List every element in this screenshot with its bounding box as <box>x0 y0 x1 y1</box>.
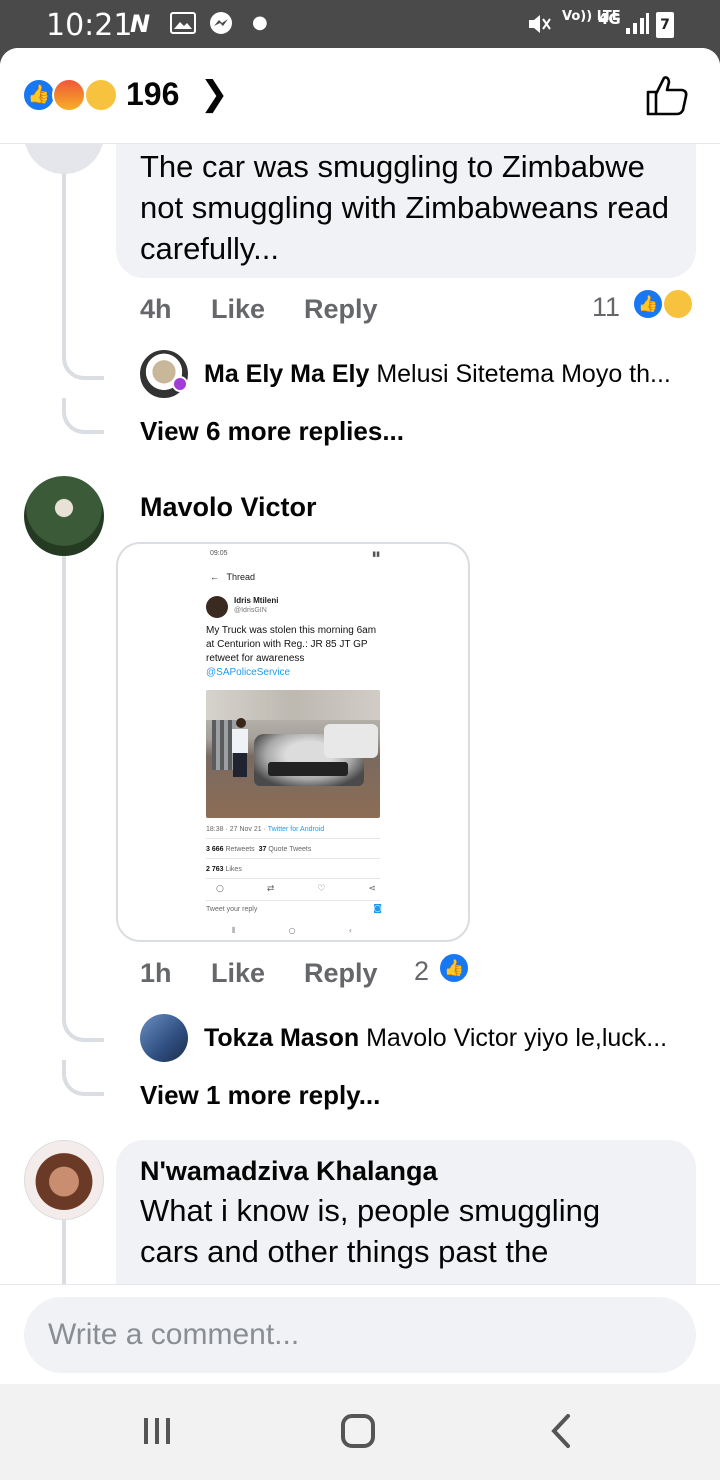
comment-composer <box>0 1284 720 1384</box>
signal-icon <box>626 13 649 34</box>
reply-preview[interactable]: Ma Ely Ma Ely Melusi Sitetema Moyo th... <box>204 360 671 389</box>
embedded-stats: 3 666 Retweets 37 Quote Tweets <box>206 846 311 853</box>
status-time: 10:21 <box>46 8 133 43</box>
thread-line <box>62 398 104 434</box>
like-count-label: Likes <box>225 866 242 873</box>
reply-author: Tokza Mason <box>204 1024 360 1052</box>
gallery-icon <box>170 12 196 34</box>
recent-apps-icon: ⦀ <box>232 926 236 935</box>
avatar[interactable] <box>24 476 104 556</box>
comment-text: The car was smuggling to Zimbabwe not sm… <box>140 149 669 266</box>
divider <box>206 900 380 901</box>
comment-author[interactable]: Mavolo Victor <box>140 492 317 523</box>
embedded-reply-field: Tweet your reply <box>206 906 258 913</box>
reply-text: Melusi Sitetema Moyo th... <box>376 360 671 388</box>
quote-label: Quote Tweets <box>268 846 312 853</box>
embedded-nav-bar: ⦀ ○ ‹ <box>232 926 352 936</box>
system-nav-bar <box>0 1384 720 1480</box>
retweet-label: Retweets <box>225 846 255 853</box>
n-icon: N <box>130 10 151 38</box>
like-outline-icon[interactable] <box>644 72 690 118</box>
home-icon[interactable] <box>340 1414 376 1448</box>
embedded-author: Idris Mtileni <box>234 596 279 605</box>
quote-count: 37 <box>258 846 267 853</box>
mute-icon <box>529 15 551 33</box>
back-arrow-icon: ← <box>210 572 227 582</box>
divider <box>206 878 380 879</box>
embedded-tweet: My Truck was stolen this morning 6am at … <box>206 624 384 680</box>
like-count: 2 763 <box>206 866 224 873</box>
comment-author[interactable]: N'wamadziva Khalanga <box>140 1156 438 1187</box>
embedded-tweet-text: My Truck was stolen this morning 6am at … <box>206 625 377 664</box>
comment-image[interactable]: 09:05 ▮▮ ← Thread Idris Mtileni @IdrisGI… <box>116 542 470 942</box>
embedded-header: ← Thread <box>210 572 255 582</box>
like-button[interactable]: Like <box>211 294 265 325</box>
retweet-count: 3 666 <box>206 846 224 853</box>
like-reaction-icon: 👍 <box>632 288 664 320</box>
reply-icon: ○ <box>216 884 224 894</box>
comment-reaction-count[interactable]: 2 <box>414 956 429 987</box>
home-icon: ○ <box>288 926 296 935</box>
dot-icon: ● <box>252 12 268 33</box>
reply-text: Mavolo Victor yiyo le,luck... <box>366 1024 668 1052</box>
status-bar: 10:21 N ● Vo)) LTE 4G 7 <box>0 0 720 48</box>
care-reaction-icon <box>662 288 694 320</box>
chevron-right-icon[interactable]: ❯ <box>200 74 229 114</box>
comment-input[interactable] <box>24 1297 696 1373</box>
avatar[interactable] <box>24 1140 104 1220</box>
badge-icon <box>172 376 188 392</box>
battery-level: 7 <box>660 17 670 33</box>
back-icon[interactable] <box>546 1414 576 1448</box>
angry-reaction-icon <box>52 78 86 112</box>
avatar[interactable] <box>140 1014 188 1062</box>
sad-reaction-icon <box>84 78 118 112</box>
battery-icon: 7 <box>656 12 674 38</box>
like-button[interactable]: Like <box>211 958 265 989</box>
reaction-count[interactable]: 196 <box>126 76 179 113</box>
like-reaction-icon: 👍 <box>22 78 56 112</box>
share-icon: ⋖ <box>368 884 376 894</box>
heart-icon: ♡ <box>317 884 326 894</box>
thread-line <box>62 1006 104 1042</box>
recent-apps-icon[interactable] <box>140 1414 174 1448</box>
retweet-icon: ⇄ <box>266 884 275 894</box>
thread-line <box>62 556 66 1022</box>
comment-reaction-count[interactable]: 11 <box>592 292 620 323</box>
reactions-header[interactable]: 👍 196 ❯ <box>0 48 720 144</box>
comments-sheet[interactable]: 👍 196 ❯ The car was smuggling to Zimbabw… <box>0 48 720 1384</box>
comment-time[interactable]: 1h <box>140 958 172 989</box>
reply-button[interactable]: Reply <box>304 958 378 989</box>
thread-line <box>62 344 104 380</box>
embedded-meta-time: 18:38 · 27 Nov 21 · <box>206 826 268 833</box>
reply-preview[interactable]: Tokza Mason Mavolo Victor yiyo le,luck..… <box>204 1024 667 1053</box>
embedded-mention: @SAPoliceService <box>206 667 291 678</box>
embedded-time: 09:05 <box>210 550 228 557</box>
reply-author: Ma Ely Ma Ely <box>204 360 370 388</box>
thread-line <box>62 174 66 360</box>
thread-line <box>62 1060 104 1096</box>
embedded-likes: 2 763 Likes <box>206 866 242 873</box>
comment-time[interactable]: 4h <box>140 294 172 325</box>
embedded-header-title: Thread <box>226 572 256 582</box>
embedded-handle: @IdrisGIN <box>234 607 267 614</box>
embedded-avatar <box>206 596 228 618</box>
embedded-actions: ○ ⇄ ♡ ⋖ <box>216 884 376 894</box>
divider <box>206 838 380 839</box>
embedded-meta: 18:38 · 27 Nov 21 · Twitter for Android <box>206 826 324 833</box>
camera-icon: ◙ <box>373 904 382 914</box>
embedded-screenshot: 09:05 ▮▮ ← Thread Idris Mtileni @IdrisGI… <box>202 544 388 940</box>
like-reaction-icon: 👍 <box>438 952 470 984</box>
network-label: 4G <box>598 10 621 28</box>
embedded-meta-client: Twitter for Android <box>267 826 325 833</box>
view-more-replies[interactable]: View 1 more reply... <box>140 1080 380 1111</box>
embedded-battery-icon: ▮▮ <box>372 551 380 558</box>
back-icon: ‹ <box>348 926 352 935</box>
truck-photo <box>206 690 380 818</box>
divider <box>206 858 380 859</box>
comment-text: What i know is, people smuggling cars an… <box>140 1193 601 1269</box>
messenger-icon <box>210 12 232 34</box>
view-more-replies[interactable]: View 6 more replies... <box>140 416 404 447</box>
reply-button[interactable]: Reply <box>304 294 378 325</box>
